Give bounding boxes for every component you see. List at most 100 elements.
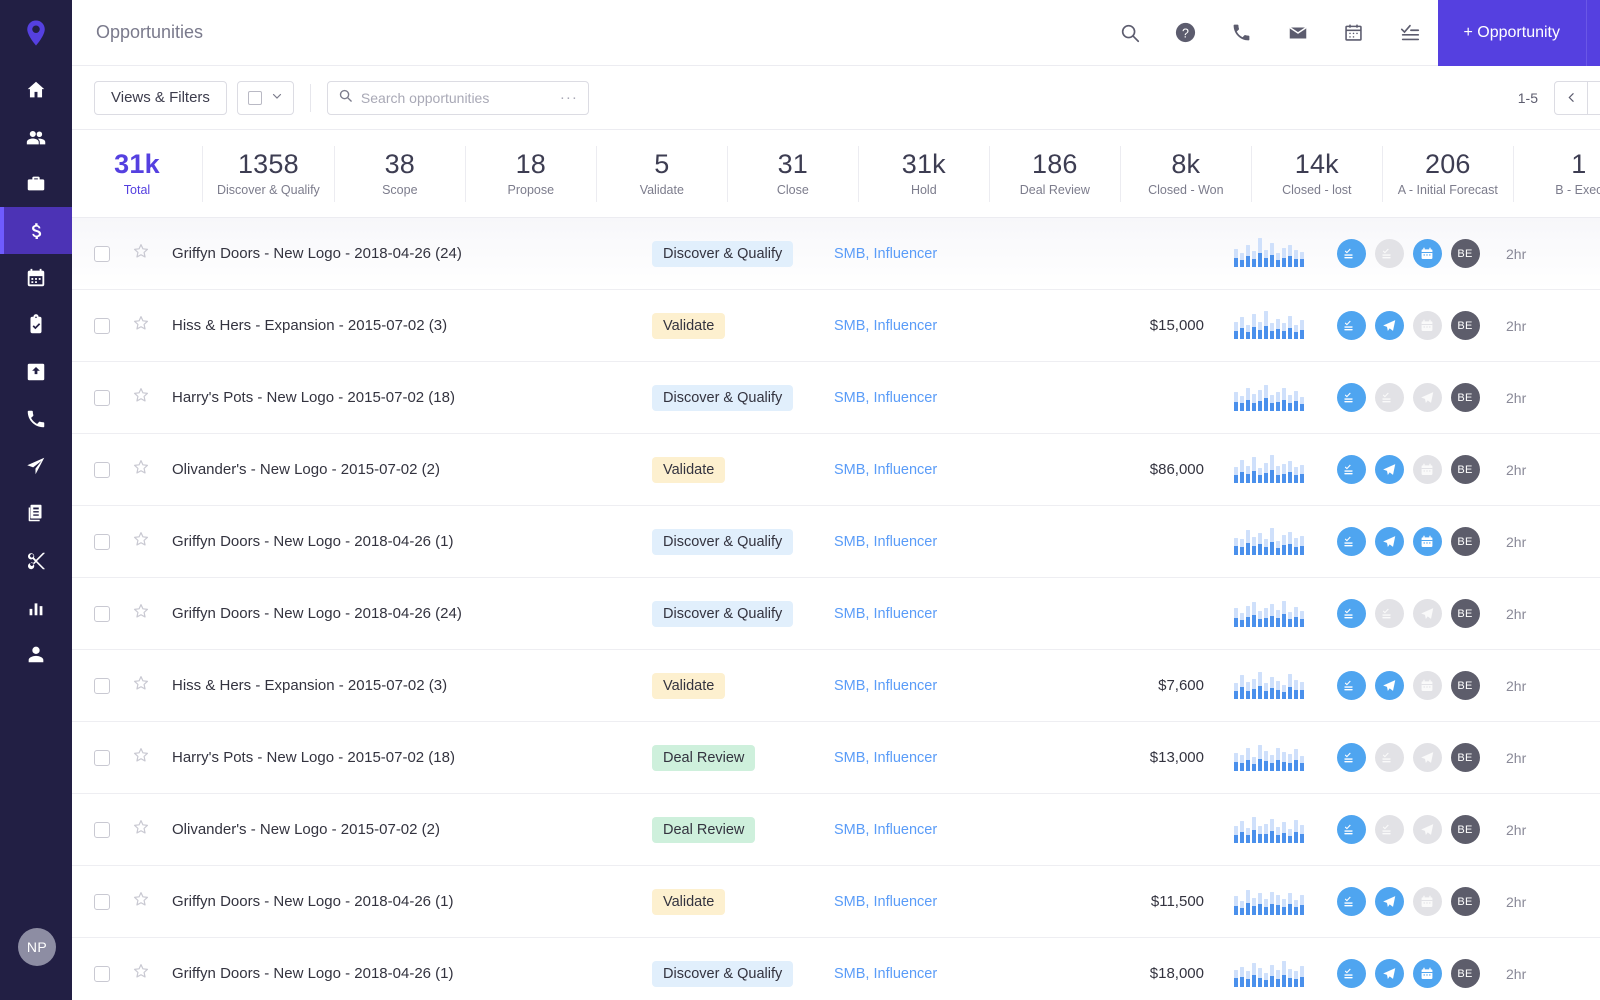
plane-icon[interactable] [1412,383,1442,412]
prev-page-button[interactable] [1554,80,1588,115]
stat-closed-won[interactable]: 8k Closed - Won [1121,145,1252,202]
stat-closed-lost[interactable]: 14k Closed - lost [1252,145,1383,202]
plane-icon[interactable] [1374,527,1404,556]
opportunity-name[interactable]: Harry's Pots - New Logo - 2015-07-02 (18… [172,749,652,766]
plane-icon[interactable] [1374,671,1404,700]
favorite-star-icon[interactable] [132,530,150,553]
help-icon[interactable]: ? [1158,0,1214,66]
stat-propose[interactable]: 18 Propose [466,145,597,202]
task-icon[interactable] [1336,671,1366,700]
plane-icon[interactable] [1412,743,1442,772]
task-icon[interactable] [1336,455,1366,484]
opportunity-name[interactable]: Griffyn Doors - New Logo - 2018-04-26 (1… [172,533,652,550]
tags-label[interactable]: SMB, Influencer [834,462,1064,478]
row-checkbox[interactable] [94,533,110,550]
plane-icon[interactable] [1374,959,1404,988]
mail-icon[interactable] [1270,0,1326,66]
sidebar-item-opportunities[interactable] [0,207,72,254]
stat-close[interactable]: 31 Close [728,145,859,202]
avatar[interactable]: BE [1450,815,1480,844]
table-row[interactable]: Hiss & Hers - Expansion - 2015-07-02 (3)… [72,650,1600,722]
task-list-icon[interactable] [1382,0,1438,66]
opportunity-name[interactable]: Hiss & Hers - Expansion - 2015-07-02 (3) [172,317,652,334]
opportunity-name[interactable]: Griffyn Doors - New Logo - 2018-04-26 (2… [172,605,652,622]
table-row[interactable]: Griffyn Doors - New Logo - 2018-04-26 (1… [72,506,1600,578]
status-badge[interactable]: Validate [652,672,726,699]
favorite-star-icon[interactable] [132,746,150,769]
status-badge[interactable]: Discover & Qualify [652,528,794,555]
calendar-icon[interactable] [1412,527,1442,556]
calendar-icon[interactable] [1412,239,1442,268]
status-badge[interactable]: Validate [652,888,726,915]
task-icon[interactable] [1336,311,1366,340]
table-row[interactable]: Olivander's - New Logo - 2015-07-02 (2) D… [72,794,1600,866]
tags-label[interactable]: SMB, Influencer [834,894,1064,910]
calendar-icon[interactable] [1412,311,1442,340]
sidebar-item-inbox[interactable] [0,348,72,395]
task-icon[interactable] [1336,815,1366,844]
row-checkbox[interactable] [94,245,110,262]
search-input[interactable] [360,89,552,106]
search-box[interactable]: ··· [326,80,589,115]
task-icon[interactable] [1336,959,1366,988]
stat-b-exec[interactable]: 1 B - Exec [1514,146,1600,202]
tags-label[interactable]: SMB, Influencer [834,246,1064,262]
task-icon[interactable] [1374,239,1404,268]
row-checkbox[interactable] [94,461,110,478]
table-row[interactable]: Harry's Pots - New Logo - 2015-07-02 (18… [72,362,1600,434]
sidebar-item-calendar[interactable] [0,254,72,301]
task-icon[interactable] [1336,599,1366,628]
row-checkbox[interactable] [94,389,110,406]
calendar-icon[interactable] [1412,887,1442,916]
row-checkbox[interactable] [94,749,110,766]
row-checkbox[interactable] [94,317,110,334]
avatar[interactable]: BE [1450,455,1480,484]
sidebar-avatar[interactable]: NP [18,928,56,966]
avatar[interactable]: BE [1450,671,1480,700]
task-icon[interactable] [1336,383,1366,412]
task-icon[interactable] [1336,527,1366,556]
search-more-icon[interactable]: ··· [560,89,578,106]
task-icon[interactable] [1336,887,1366,916]
avatar[interactable]: BE [1450,887,1480,916]
sidebar-item-contacts[interactable] [0,113,72,160]
task-icon[interactable] [1336,239,1366,268]
sidebar-item-documents[interactable] [0,489,72,536]
avatar[interactable]: BE [1450,599,1480,628]
opportunity-name[interactable]: Griffyn Doors - New Logo - 2018-04-26 (2… [172,245,652,262]
favorite-star-icon[interactable] [132,602,150,625]
plane-icon[interactable] [1412,815,1442,844]
status-badge[interactable]: Validate [652,456,726,483]
next-page-button[interactable] [1588,80,1600,115]
status-badge[interactable]: Discover & Qualify [652,240,794,267]
bolt-icon[interactable] [1586,0,1600,66]
opportunity-name[interactable]: Griffyn Doors - New Logo - 2018-04-26 (1… [172,893,652,910]
stat-a-initial-forecast[interactable]: 206 A - Initial Forecast [1383,145,1514,202]
table-row[interactable]: Griffyn Doors - New Logo - 2018-04-26 (1… [72,866,1600,938]
calendar-icon[interactable] [1412,671,1442,700]
sidebar-item-reports[interactable] [0,583,72,630]
sidebar-item-snippets[interactable] [0,536,72,583]
stat-scope[interactable]: 38 Scope [335,145,466,202]
favorite-star-icon[interactable] [132,962,150,985]
tags-label[interactable]: SMB, Influencer [834,390,1064,406]
row-checkbox[interactable] [94,965,110,982]
favorite-star-icon[interactable] [132,458,150,481]
tags-label[interactable]: SMB, Influencer [834,678,1064,694]
opportunity-name[interactable]: Griffyn Doors - New Logo - 2018-04-26 (1… [172,965,652,982]
tags-label[interactable]: SMB, Influencer [834,606,1064,622]
sidebar-item-accounts[interactable] [0,160,72,207]
tags-label[interactable]: SMB, Influencer [834,318,1064,334]
table-row[interactable]: Griffyn Doors - New Logo - 2018-04-26 (2… [72,218,1600,290]
favorite-star-icon[interactable] [132,314,150,337]
opportunity-name[interactable]: Hiss & Hers - Expansion - 2015-07-02 (3) [172,677,652,694]
plane-icon[interactable] [1412,599,1442,628]
calendar-icon[interactable] [1412,455,1442,484]
stat-deal-review[interactable]: 186 Deal Review [990,145,1121,202]
sidebar-item-emails[interactable] [0,442,72,489]
tags-label[interactable]: SMB, Influencer [834,750,1064,766]
sidebar-item-home[interactable] [0,66,72,113]
row-checkbox[interactable] [94,677,110,694]
add-opportunity-button[interactable]: + Opportunity [1437,0,1586,66]
plane-icon[interactable] [1374,311,1404,340]
